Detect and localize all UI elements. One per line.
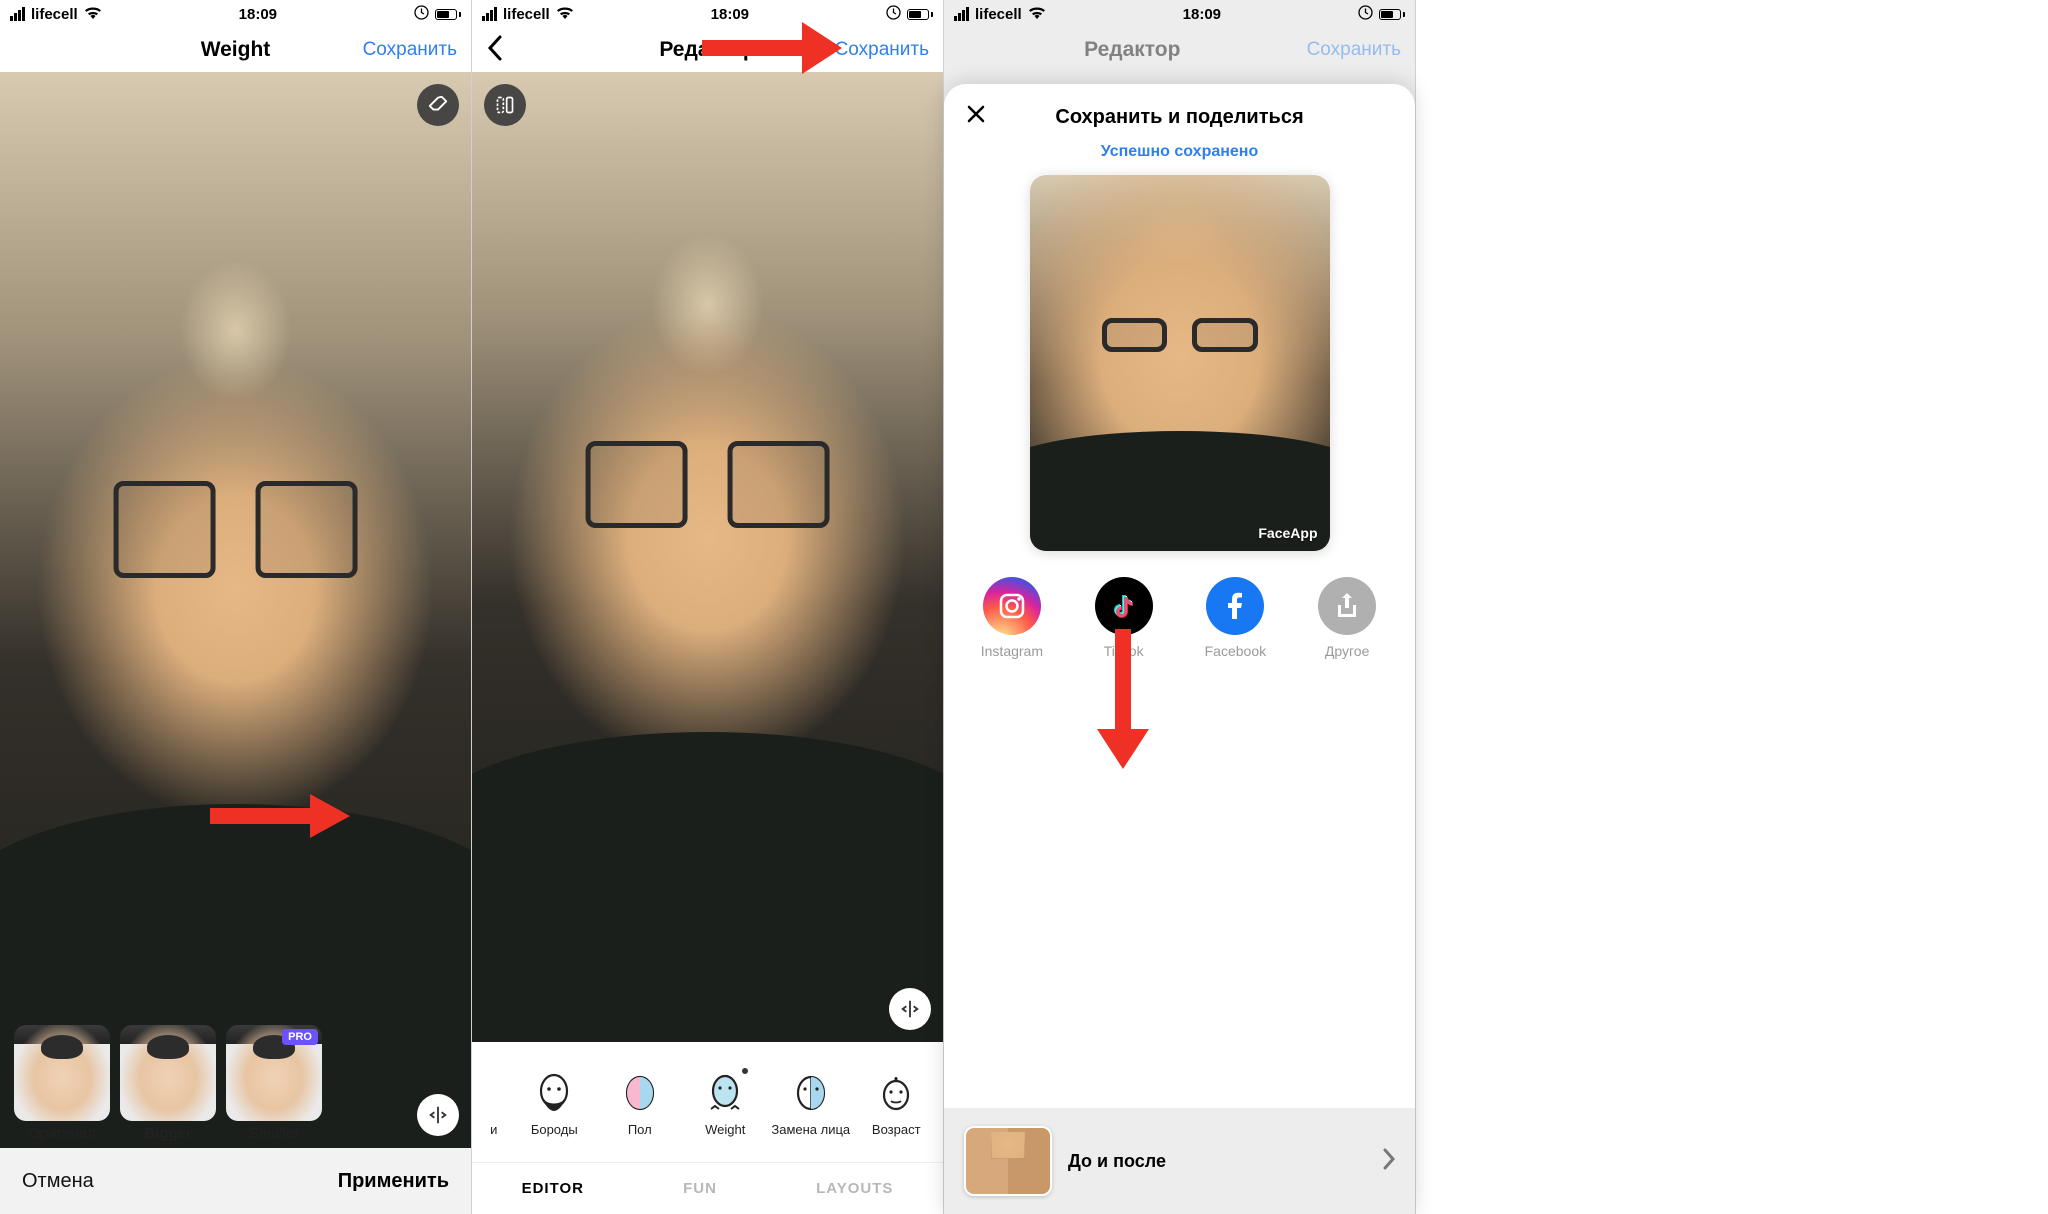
filter-label: Smaller <box>249 1125 300 1142</box>
page-title: Редактор <box>606 38 809 62</box>
portrait-photo <box>472 72 943 1042</box>
tab-editor[interactable]: EDITOR <box>522 1180 584 1197</box>
screen-share: lifecell 18:09 Редактор Сохранить <box>944 0 1416 1214</box>
save-button[interactable]: Сохранить <box>835 39 929 61</box>
chevron-right-icon <box>1383 1146 1395 1177</box>
layout-button[interactable] <box>484 84 526 126</box>
clock: 18:09 <box>239 6 277 23</box>
tool-beards[interactable]: Бороды <box>515 1070 593 1137</box>
carrier-label: lifecell <box>31 6 78 23</box>
signal-icon <box>482 7 497 21</box>
before-after-button[interactable]: До и после <box>944 1108 1415 1214</box>
share-other[interactable]: Другое <box>1297 577 1397 659</box>
screen-weight: lifecell 18:09 Weight Сохранить <box>0 0 472 1214</box>
filter-strip: Оригинал Bigger PRO Smaller <box>0 1015 471 1148</box>
tool-weight[interactable]: Weight <box>686 1070 764 1137</box>
filter-bigger[interactable]: Bigger <box>120 1025 216 1142</box>
carrier-label: lifecell <box>503 6 550 23</box>
wifi-icon <box>84 6 102 23</box>
compare-button[interactable] <box>889 988 931 1030</box>
battery-icon <box>435 9 461 20</box>
apply-button[interactable]: Применить <box>338 1170 449 1193</box>
tool-face-swap[interactable]: Замена лица <box>772 1070 850 1137</box>
back-button[interactable] <box>486 34 504 66</box>
filter-label: Оригинал <box>28 1125 96 1142</box>
wifi-icon <box>1028 6 1046 23</box>
clock: 18:09 <box>1183 6 1221 23</box>
portrait-photo <box>0 72 471 1148</box>
photo-canvas[interactable]: Оригинал Bigger PRO Smaller <box>0 72 471 1148</box>
beard-icon <box>531 1070 577 1116</box>
page-title: Weight <box>134 38 337 62</box>
cancel-button[interactable]: Отмена <box>22 1170 94 1193</box>
backdrop-nav: Редактор Сохранить <box>944 28 1415 72</box>
filter-smaller[interactable]: PRO Smaller <box>226 1025 322 1142</box>
age-icon <box>873 1070 919 1116</box>
instagram-icon <box>983 577 1041 635</box>
share-facebook[interactable]: Facebook <box>1185 577 1285 659</box>
status-bar: lifecell 18:09 <box>944 0 1415 28</box>
carrier-label: lifecell <box>975 6 1022 23</box>
tab-bar: EDITOR FUN LAYOUTS <box>472 1162 943 1214</box>
weight-icon <box>702 1070 748 1116</box>
nav-bar: Weight Сохранить <box>0 28 471 72</box>
save-share-sheet: Сохранить и поделиться Успешно сохранено… <box>944 84 1415 1214</box>
filter-label: Bigger <box>144 1125 192 1142</box>
before-after-thumb <box>964 1126 1052 1196</box>
facebook-icon <box>1206 577 1264 635</box>
screen-editor: lifecell 18:09 Редактор Сохранить <box>472 0 944 1214</box>
rotation-lock-icon <box>1358 5 1373 24</box>
pro-badge: PRO <box>282 1029 318 1045</box>
saved-preview[interactable]: FaceApp <box>1030 175 1330 551</box>
share-row: Instagram TikTok Facebook <box>944 551 1415 669</box>
share-icon <box>1318 577 1376 635</box>
share-instagram[interactable]: Instagram <box>962 577 1062 659</box>
portrait-photo <box>1030 175 1330 551</box>
gender-icon <box>617 1070 663 1116</box>
battery-icon <box>907 9 933 20</box>
rotation-lock-icon <box>886 5 901 24</box>
tool-gender[interactable]: Пол <box>601 1070 679 1137</box>
wifi-icon <box>556 6 574 23</box>
nav-bar: Редактор Сохранить <box>472 28 943 72</box>
share-tiktok[interactable]: TikTok <box>1074 577 1174 659</box>
sheet-title: Сохранить и поделиться <box>964 106 1395 129</box>
face-swap-icon <box>788 1070 834 1116</box>
signal-icon <box>10 7 25 21</box>
photo-canvas[interactable] <box>472 72 943 1042</box>
signal-icon <box>954 7 969 21</box>
watermark: FaceApp <box>1258 525 1317 541</box>
rotation-lock-icon <box>414 5 429 24</box>
battery-icon <box>1379 9 1405 20</box>
tab-layouts[interactable]: LAYOUTS <box>816 1180 893 1197</box>
tool-row: и Бороды Пол Weight Замена лица <box>472 1042 943 1162</box>
active-dot-icon <box>742 1068 748 1074</box>
tab-fun[interactable]: FUN <box>683 1180 717 1197</box>
tool-partial[interactable]: и <box>480 1070 508 1137</box>
filter-original[interactable]: Оригинал <box>14 1025 110 1142</box>
status-bar: lifecell 18:09 <box>472 0 943 28</box>
tool-age[interactable]: Возраст <box>857 1070 935 1137</box>
save-button[interactable]: Сохранить <box>363 39 457 61</box>
eraser-button[interactable] <box>417 84 459 126</box>
tiktok-icon <box>1095 577 1153 635</box>
apply-bar: Отмена Применить <box>0 1148 471 1214</box>
status-bar: lifecell 18:09 <box>0 0 471 28</box>
sheet-subtitle: Успешно сохранено <box>944 137 1415 175</box>
clock: 18:09 <box>711 6 749 23</box>
